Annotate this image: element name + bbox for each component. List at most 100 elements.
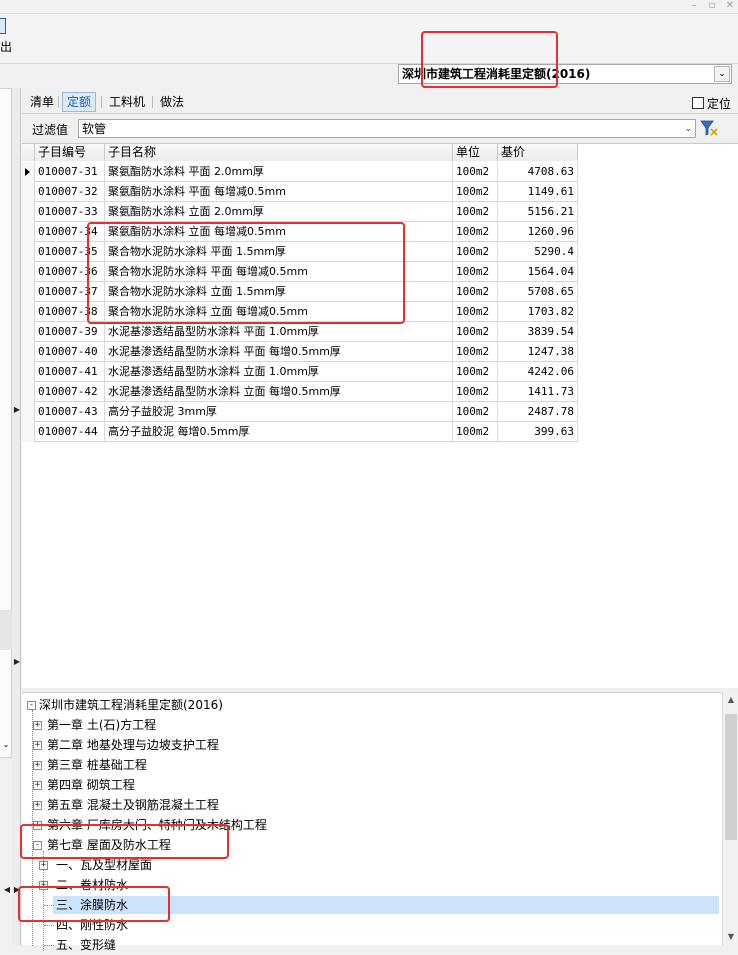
expand-icon[interactable]: + (33, 721, 42, 730)
tree-scrollbar[interactable]: ▲ ▼ (722, 692, 738, 945)
cell-unit[interactable]: 100m2 (453, 302, 498, 322)
cell-code[interactable]: 010007-41 (35, 362, 105, 382)
table-row[interactable]: 010007-32 聚氨酯防水涂料 平面 每增减0.5mm 100m2 1149.61 (22, 182, 578, 202)
expand-icon[interactable]: + (33, 741, 42, 750)
cell-price[interactable]: 1247.38 (498, 342, 578, 362)
scroll-down-icon[interactable]: ▼ (723, 929, 738, 945)
export-icon[interactable] (0, 18, 6, 34)
expand-icon[interactable]: + (33, 761, 42, 770)
row-indicator[interactable] (22, 282, 35, 302)
cell-code[interactable]: 010007-31 (35, 162, 105, 182)
row-indicator[interactable] (22, 382, 35, 402)
tab-materials[interactable]: 工料机 (105, 92, 149, 112)
chevron-down-icon[interactable]: ⌄ (684, 121, 692, 137)
cell-name[interactable]: 水泥基渗透结晶型防水涂料 平面 每增0.5mm厚 (105, 342, 453, 362)
cell-name[interactable]: 高分子益胶泥 3mm厚 (105, 402, 453, 422)
cell-unit[interactable]: 100m2 (453, 222, 498, 242)
row-indicator[interactable] (22, 222, 35, 242)
cell-price[interactable]: 1703.82 (498, 302, 578, 322)
cell-price[interactable]: 5708.65 (498, 282, 578, 302)
table-row[interactable]: 010007-31 聚氨酯防水涂料 平面 2.0mm厚 100m2 4708.63 (22, 162, 578, 182)
table-row[interactable]: 010007-41 水泥基渗透结晶型防水涂料 立面 1.0mm厚 100m2 4242… (22, 362, 578, 382)
cell-unit[interactable]: 100m2 (453, 162, 498, 182)
splitter[interactable] (12, 88, 21, 945)
row-indicator[interactable] (22, 402, 35, 422)
tree-chapter[interactable]: 第二章 地基处理与边坡支护工程 (47, 735, 219, 755)
cell-price[interactable]: 2487.78 (498, 402, 578, 422)
splitter-expand-icon[interactable]: ▶ (13, 405, 21, 415)
export-button-label[interactable]: 出 (0, 38, 12, 55)
chevron-down-icon[interactable]: ⌄ (0, 740, 12, 750)
cell-code[interactable]: 010007-43 (35, 402, 105, 422)
row-indicator[interactable] (22, 342, 35, 362)
expand-icon[interactable]: + (33, 781, 42, 790)
close-icon[interactable]: ✕ (724, 0, 736, 12)
header-code[interactable]: 子目编号 (35, 144, 105, 161)
locate-checkbox[interactable] (692, 97, 704, 109)
expand-icon[interactable]: + (39, 861, 48, 870)
tree-chapter[interactable]: 第四章 砌筑工程 (47, 775, 135, 795)
cell-name[interactable]: 水泥基渗透结晶型防水涂料 立面 每增0.5mm厚 (105, 382, 453, 402)
cell-name[interactable]: 聚氨酯防水涂料 平面 每增减0.5mm (105, 182, 453, 202)
cell-unit[interactable]: 100m2 (453, 382, 498, 402)
row-indicator[interactable] (22, 322, 35, 342)
cell-price[interactable]: 5290.4 (498, 242, 578, 262)
header-name[interactable]: 子目名称 (105, 144, 453, 161)
cell-unit[interactable]: 100m2 (453, 422, 498, 442)
cell-unit[interactable]: 100m2 (453, 322, 498, 342)
cell-unit[interactable]: 100m2 (453, 362, 498, 382)
cell-price[interactable]: 1411.73 (498, 382, 578, 402)
table-row[interactable]: 010007-42 水泥基渗透结晶型防水涂料 立面 每增0.5mm厚 100m2 14… (22, 382, 578, 402)
cell-name[interactable]: 高分子益胶泥 每增0.5mm厚 (105, 422, 453, 442)
tree-chapter[interactable]: 第一章 土(石)方工程 (47, 715, 156, 735)
cell-unit[interactable]: 100m2 (453, 202, 498, 222)
row-indicator[interactable] (22, 202, 35, 222)
tab-quota[interactable]: 定额 (62, 92, 97, 112)
row-indicator[interactable] (22, 162, 35, 182)
chevron-down-icon[interactable]: ⌄ (714, 66, 730, 82)
tree-chapter[interactable]: 第三章 桩基础工程 (47, 755, 147, 775)
row-indicator[interactable] (22, 362, 35, 382)
expand-icon[interactable]: + (33, 801, 42, 810)
scroll-thumb[interactable] (725, 714, 737, 840)
splitter-expand-icon-2[interactable]: ▶ (13, 657, 21, 667)
minimize-icon[interactable]: – (688, 0, 700, 12)
cell-unit[interactable]: 100m2 (453, 242, 498, 262)
cell-name[interactable]: 聚氨酯防水涂料 平面 2.0mm厚 (105, 162, 453, 182)
cell-price[interactable]: 399.63 (498, 422, 578, 442)
cell-price[interactable]: 4242.06 (498, 362, 578, 382)
cell-unit[interactable]: 100m2 (453, 342, 498, 362)
header-price[interactable]: 基价 (498, 144, 578, 161)
table-row[interactable]: 010007-43 高分子益胶泥 3mm厚 100m2 2487.78 (22, 402, 578, 422)
cell-name[interactable]: 聚氨酯防水涂料 立面 2.0mm厚 (105, 202, 453, 222)
cell-code[interactable]: 010007-44 (35, 422, 105, 442)
row-indicator[interactable] (22, 262, 35, 282)
row-indicator[interactable] (22, 302, 35, 322)
left-panel-scroll-thumb[interactable] (0, 610, 12, 650)
left-collapse-icon[interactable]: ◀ (3, 885, 11, 895)
row-indicator[interactable] (22, 242, 35, 262)
row-indicator[interactable] (22, 422, 35, 442)
row-indicator[interactable] (22, 182, 35, 202)
cell-name[interactable]: 水泥基渗透结晶型防水涂料 平面 1.0mm厚 (105, 322, 453, 342)
tree-section[interactable]: 五、变形缝 (56, 935, 116, 955)
cell-unit[interactable]: 100m2 (453, 262, 498, 282)
tree-chapter[interactable]: 第五章 混凝土及钢筋混凝土工程 (47, 795, 219, 815)
cell-price[interactable]: 3839.54 (498, 322, 578, 342)
cell-price[interactable]: 1260.96 (498, 222, 578, 242)
cell-price[interactable]: 1149.61 (498, 182, 578, 202)
cell-unit[interactable]: 100m2 (453, 402, 498, 422)
cell-name[interactable]: 水泥基渗透结晶型防水涂料 立面 1.0mm厚 (105, 362, 453, 382)
table-row[interactable]: 010007-33 聚氨酯防水涂料 立面 2.0mm厚 100m2 5156.21 (22, 202, 578, 222)
cell-price[interactable]: 1564.04 (498, 262, 578, 282)
header-unit[interactable]: 单位 (453, 144, 498, 161)
cell-code[interactable]: 010007-33 (35, 202, 105, 222)
filter-input[interactable]: 软管 ⌄ (78, 119, 696, 138)
cell-code[interactable]: 010007-39 (35, 322, 105, 342)
tab-list[interactable]: 清单 (26, 92, 58, 112)
table-row[interactable]: 010007-40 水泥基渗透结晶型防水涂料 平面 每增0.5mm厚 100m2 12… (22, 342, 578, 362)
tree-root[interactable]: 深圳市建筑工程消耗里定额(2016) (39, 695, 223, 715)
cell-code[interactable]: 010007-40 (35, 342, 105, 362)
restore-icon[interactable]: ▫ (706, 0, 718, 12)
scroll-up-icon[interactable]: ▲ (723, 692, 738, 708)
